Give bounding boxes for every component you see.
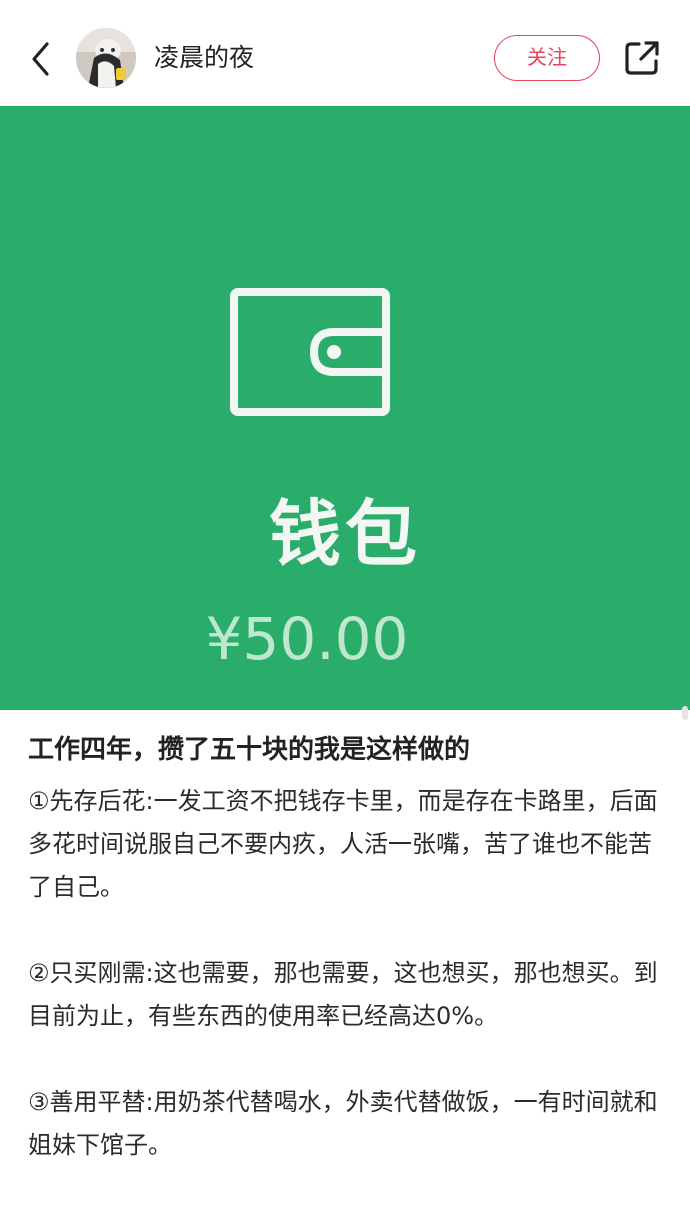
top-bar: 凌晨的夜 关注 bbox=[0, 0, 690, 106]
post-image[interactable]: 钱包 ¥50.00 bbox=[0, 106, 690, 710]
avatar-image bbox=[76, 28, 136, 88]
avatar[interactable] bbox=[76, 28, 136, 88]
back-button[interactable] bbox=[22, 38, 58, 80]
share-button[interactable] bbox=[622, 38, 662, 78]
back-arrow-icon bbox=[32, 42, 49, 76]
wallet-title: 钱包 bbox=[268, 492, 421, 576]
paragraph-1: ①先存后花:一发工资不把钱存卡里，而是存在卡路里，后面多花时间说服自己不要内疚，… bbox=[28, 787, 658, 901]
wallet-icon bbox=[230, 288, 390, 416]
paragraph-2: ②只买刚需:这也需要，那也需要，这也想买，那也想买。到目前为止，有些东西的使用率… bbox=[28, 959, 658, 1030]
wallet-amount: ¥50.00 bbox=[205, 605, 409, 673]
share-icon bbox=[625, 41, 659, 75]
username[interactable]: 凌晨的夜 bbox=[154, 40, 254, 76]
post-body: 工作四年，攒了五十块的我是这样做的 ①先存后花:一发工资不把钱存卡里，而是存在卡… bbox=[28, 728, 668, 1210]
follow-button[interactable]: 关注 bbox=[494, 35, 600, 81]
paragraph-3: ③善用平替:用奶茶代替喝水，外卖代替做饭，一有时间就和姐妹下馆子。 bbox=[28, 1088, 658, 1159]
post-title: 工作四年，攒了五十块的我是这样做的 bbox=[28, 735, 471, 765]
scroll-indicator bbox=[682, 706, 688, 720]
